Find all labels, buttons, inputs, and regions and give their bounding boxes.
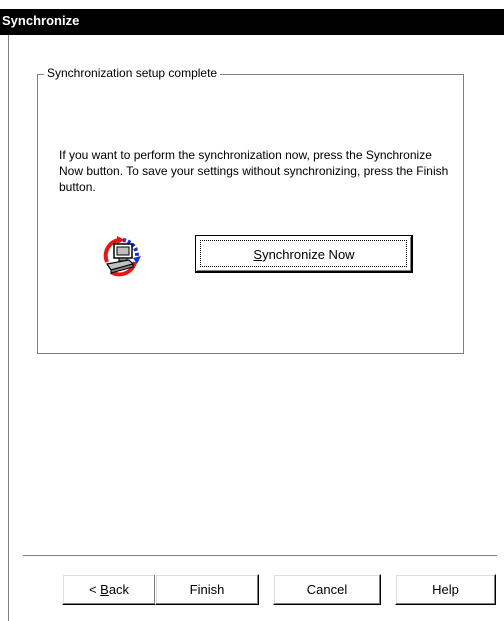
finish-button[interactable]: Finish: [155, 574, 259, 605]
title-bar[interactable]: Synchronize: [0, 9, 504, 35]
help-button[interactable]: Help: [395, 574, 496, 605]
setup-complete-groupbox: [37, 74, 464, 354]
window-left-border: [8, 35, 9, 621]
window-title: Synchronize: [2, 13, 80, 28]
synchronize-now-button[interactable]: Synchronize Now: [195, 235, 413, 273]
groupbox-title: Synchronization setup complete: [44, 66, 221, 80]
cancel-button[interactable]: Cancel: [273, 574, 381, 605]
back-button[interactable]: < Back: [62, 574, 156, 605]
sync-computer-icon: [99, 234, 143, 278]
button-separator: [23, 555, 497, 557]
synchronize-now-label: Synchronize Now: [253, 247, 355, 262]
instructions-text: If you want to perform the synchronizati…: [59, 148, 449, 194]
synchronize-wizard-window: Synchronize Synchronization setup comple…: [0, 0, 504, 621]
